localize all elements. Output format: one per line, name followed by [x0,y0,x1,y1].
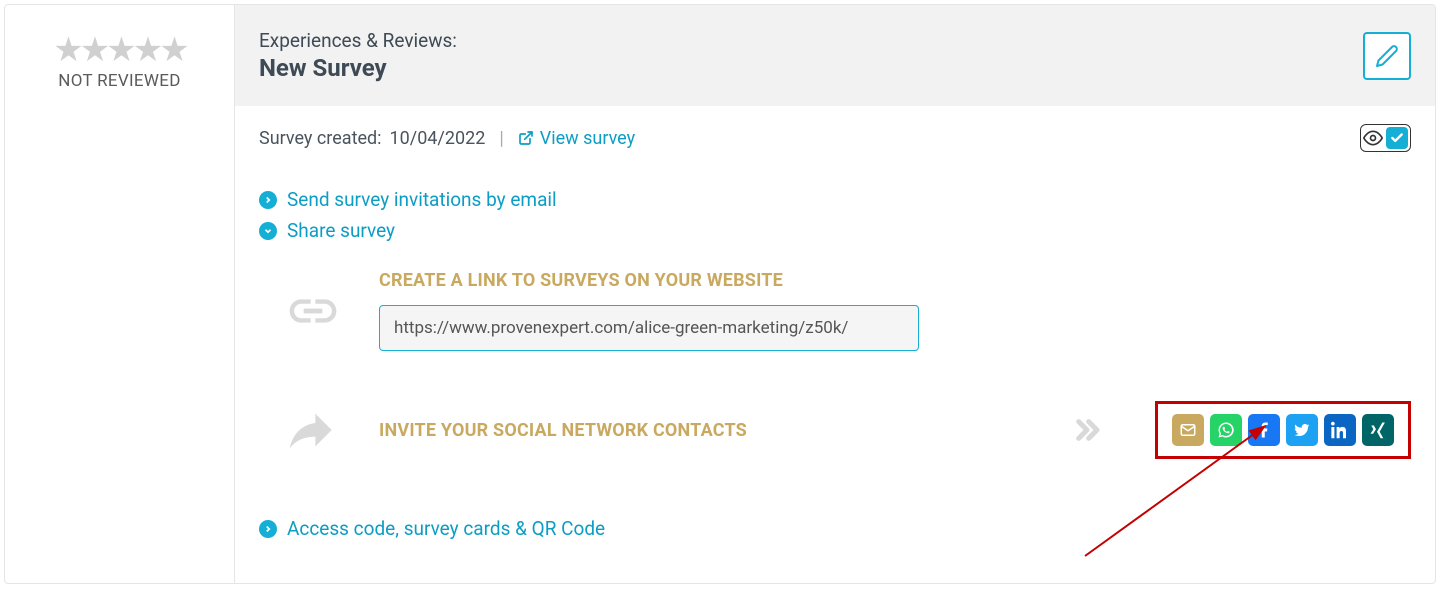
link-section-content: CREATE A LINK TO SURVEYS ON YOUR WEBSITE [379,270,1411,351]
link-heading: CREATE A LINK TO SURVEYS ON YOUR WEBSITE [379,270,1411,291]
stars-empty: ★★★★★ [5,33,234,67]
header-text: Experiences & Reviews: New Survey [259,29,457,82]
visibility-check [1386,127,1408,149]
meta-separator: | [499,128,503,149]
social-section: INVITE YOUR SOCIAL NETWORK CONTACTS [259,401,1411,459]
send-invites-label: Send survey invitations by email [287,188,557,211]
social-buttons-highlight [1155,401,1411,459]
access-code-label: Access code, survey cards & QR Code [287,517,605,540]
access-code-link[interactable]: Access code, survey cards & QR Code [259,517,1411,540]
facebook-icon [1255,421,1273,439]
share-xing-button[interactable] [1362,414,1394,446]
share-facebook-button[interactable] [1248,414,1280,446]
main-panel: Experiences & Reviews: New Survey Survey… [235,5,1435,583]
edit-button[interactable] [1363,32,1411,80]
meta-row: Survey created: 10/04/2022 | View survey [259,124,1411,152]
share-linkedin-button[interactable] [1324,414,1356,446]
linkedin-icon [1331,421,1349,439]
xing-icon [1369,421,1387,439]
view-survey-link[interactable]: View survey [518,128,635,149]
share-email-button[interactable] [1172,414,1204,446]
bullet-icon [259,520,277,538]
sidebar: ★★★★★ NOT REVIEWED [5,5,235,583]
email-icon [1179,421,1197,439]
share-twitter-button[interactable] [1286,414,1318,446]
twitter-icon [1293,421,1311,439]
chevrons-right-icon [1067,410,1107,450]
eye-icon [1363,128,1383,148]
link-icon [285,283,341,339]
survey-header: Experiences & Reviews: New Survey [235,5,1435,106]
share-survey-link[interactable]: Share survey [259,219,1411,242]
created-date: 10/04/2022 [390,128,486,149]
whatsapp-icon [1217,421,1235,439]
share-arrow-icon [285,402,341,458]
social-right [1067,401,1411,459]
created-label: Survey created: [259,128,382,149]
send-invites-link[interactable]: Send survey invitations by email [259,188,1411,211]
external-link-icon [518,130,534,146]
pencil-icon [1375,44,1399,68]
action-list: Send survey invitations by email Share s… [259,188,1411,242]
survey-body: Survey created: 10/04/2022 | View survey [235,106,1435,578]
visibility-toggle[interactable] [1360,124,1411,152]
share-whatsapp-button[interactable] [1210,414,1242,446]
link-section: CREATE A LINK TO SURVEYS ON YOUR WEBSITE [259,270,1411,351]
survey-url-input[interactable] [379,305,919,351]
view-survey-label: View survey [540,128,635,149]
not-reviewed-label: NOT REVIEWED [5,71,234,91]
share-survey-label: Share survey [287,219,395,242]
header-subtitle: Experiences & Reviews: [259,29,457,52]
survey-card: ★★★★★ NOT REVIEWED Experiences & Reviews… [4,4,1436,584]
header-title: New Survey [259,54,457,82]
bullet-icon [259,191,277,209]
meta-left: Survey created: 10/04/2022 | View survey [259,128,635,149]
social-heading: INVITE YOUR SOCIAL NETWORK CONTACTS [379,420,747,441]
bullet-icon [259,222,277,240]
